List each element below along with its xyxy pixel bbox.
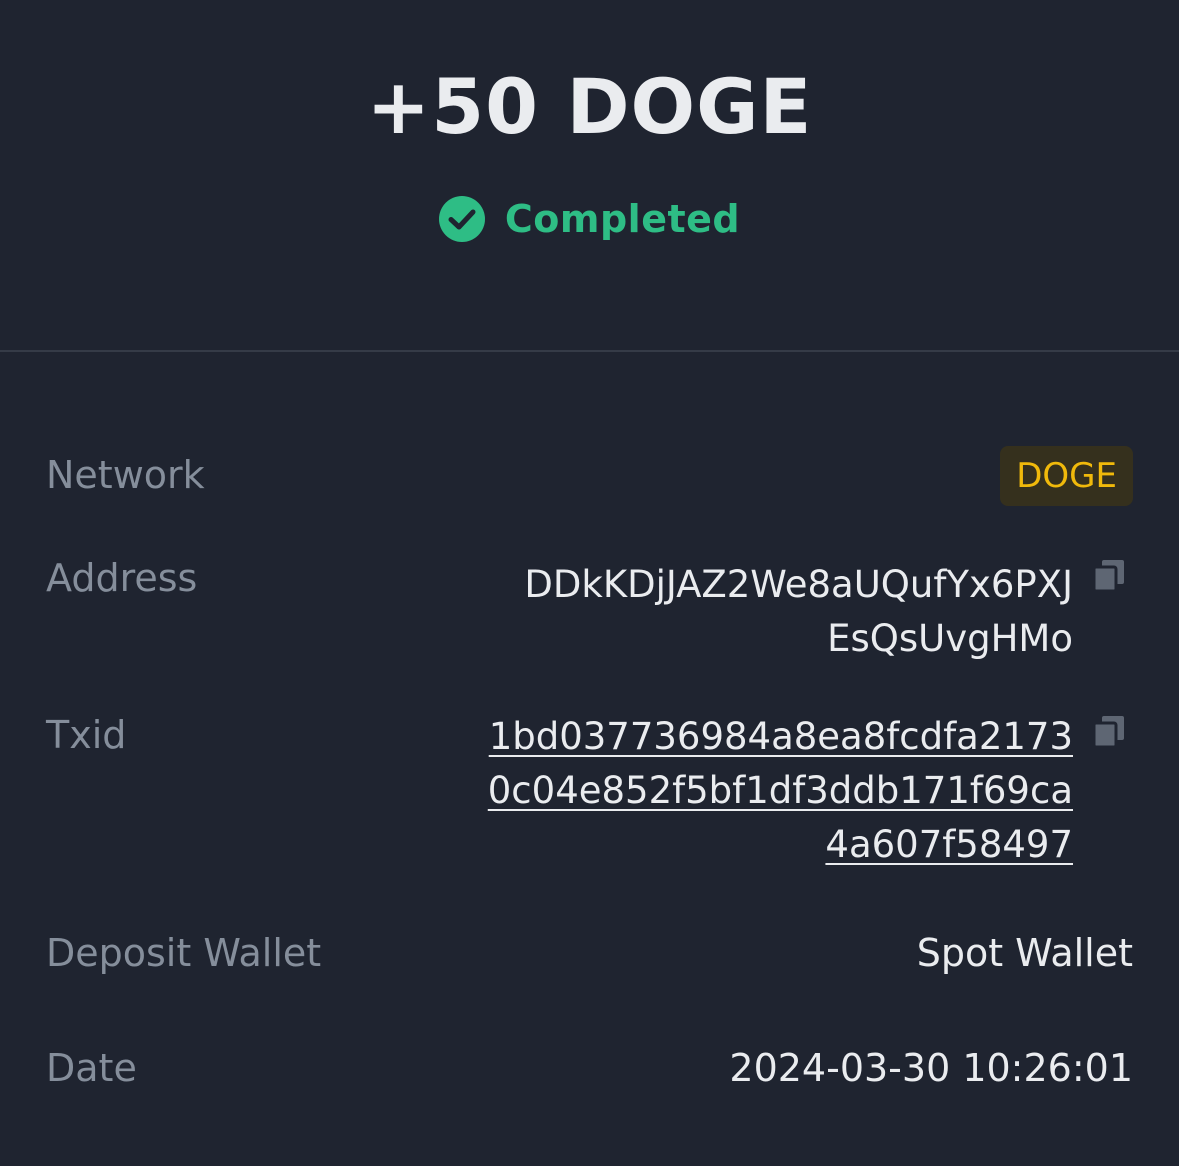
deposit-amount: +50 DOGE: [366, 62, 813, 151]
txid-line-3[interactable]: 4a607f58497: [825, 823, 1073, 866]
txid-line-2[interactable]: 0c04e852f5bf1df3ddb171f69ca: [488, 769, 1073, 812]
transaction-header: +50 DOGE Completed: [0, 0, 1179, 350]
address-label: Address: [46, 556, 198, 600]
deposit-wallet-label: Deposit Wallet: [46, 931, 322, 975]
network-badge: DOGE: [1000, 446, 1133, 506]
date-value: 2024-03-30 10:26:01: [729, 1046, 1133, 1090]
copy-icon[interactable]: [1092, 558, 1126, 592]
address-value: DDkKDjJAZ2We8aUQufYx6PXJ EsQsUvgHMo: [524, 558, 1073, 666]
date-label: Date: [46, 1046, 137, 1090]
address-line-2: EsQsUvgHMo: [827, 617, 1073, 660]
address-line-1: DDkKDjJAZ2We8aUQufYx6PXJ: [524, 563, 1073, 606]
check-circle-icon: [438, 196, 485, 242]
network-label: Network: [46, 453, 205, 497]
section-divider: [0, 350, 1179, 352]
txid-label: Txid: [46, 713, 127, 757]
status-row: Completed: [0, 196, 1179, 242]
deposit-wallet-value: Spot Wallet: [916, 931, 1133, 975]
copy-icon[interactable]: [1092, 714, 1126, 748]
status-text: Completed: [504, 197, 741, 241]
txid-line-1[interactable]: 1bd037736984a8ea8fcdfa2173: [489, 715, 1073, 758]
txid-link[interactable]: 1bd037736984a8ea8fcdfa2173 0c04e852f5bf1…: [488, 710, 1073, 872]
